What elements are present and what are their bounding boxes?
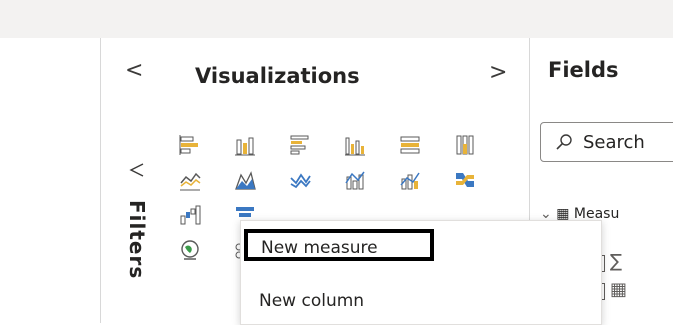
clustered-bar-chart-icon[interactable] [289,134,311,156]
line-and-clustered-column-chart-icon[interactable] [399,169,421,191]
expand-visualizations-button[interactable]: > [489,60,507,85]
100-percent-stacked-bar-chart-icon[interactable] [399,134,421,156]
filters-label[interactable]: Filters [125,200,149,279]
fields-search-input[interactable] [583,127,673,157]
canvas-area [0,38,100,323]
top-bar [0,0,673,38]
stacked-bar-chart-icon[interactable] [179,134,201,156]
menu-item-label: New column [259,291,365,311]
line-chart-icon[interactable] [179,169,201,191]
visualizations-title: Visualizations [195,64,360,88]
collapse-filters-button[interactable]: < [125,60,143,82]
filter-funnel-icon [129,162,145,178]
fields-title: Fields [548,58,619,82]
sigma-icon: ∑ [610,251,623,272]
map-globe-icon[interactable] [179,239,201,261]
search-icon [555,133,573,151]
calendar-icon: ▦ [610,279,628,300]
stacked-area-chart-icon[interactable] [289,169,311,191]
waterfall-chart-icon[interactable] [179,204,201,226]
clustered-column-chart-icon[interactable] [344,134,366,156]
stacked-column-chart-icon[interactable] [234,134,256,156]
context-menu: New measure New column [240,220,602,325]
area-chart-icon[interactable] [234,169,256,191]
ribbon-chart-icon[interactable] [454,169,476,191]
menu-item-new-column[interactable]: New column [241,281,601,321]
fields-search-box[interactable] [540,122,673,162]
menu-item-label: New measure [261,238,378,258]
100-percent-stacked-column-chart-icon[interactable] [454,134,476,156]
menu-item-new-measure[interactable]: New measure [244,229,434,261]
filters-pane: < Filters [100,38,168,323]
line-and-stacked-column-chart-icon[interactable] [344,169,366,191]
